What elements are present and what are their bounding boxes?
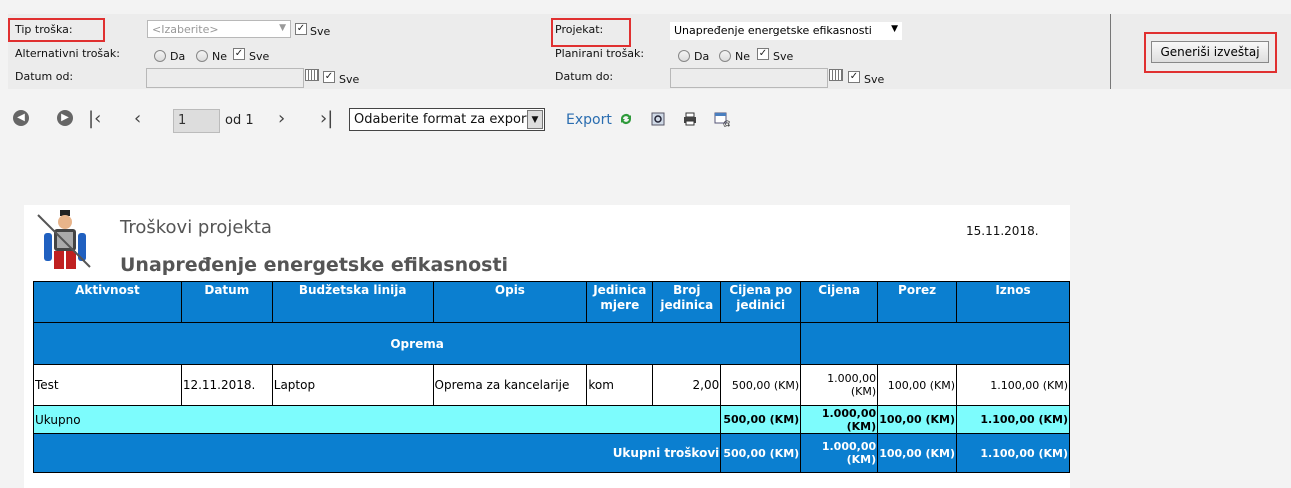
alternativni-ne-radio[interactable] bbox=[196, 50, 208, 62]
page-count-text: od 1 bbox=[225, 113, 254, 128]
projekat-label: Projekat: bbox=[555, 23, 604, 36]
chevron-down-icon: ▼ bbox=[527, 110, 543, 129]
column-header: Iznos bbox=[956, 281, 1070, 323]
column-header: Porez bbox=[877, 281, 958, 323]
total-label: Ukupni troškovi bbox=[32, 433, 722, 473]
total-cijena-po: 500,00 (KM) bbox=[720, 433, 802, 473]
datum-od-label: Datum od: bbox=[15, 70, 74, 83]
next-page-icon[interactable]: › bbox=[278, 109, 285, 129]
subtotal-row: Ukupno 500,00 (KM) 1.000,00 (KM) 100,00 … bbox=[32, 405, 1070, 434]
print-icon[interactable] bbox=[682, 111, 698, 127]
calendar-icon[interactable] bbox=[829, 69, 843, 81]
tip-troska-sve-checkbox[interactable]: ✓ bbox=[295, 23, 307, 35]
column-header: Cijena bbox=[800, 281, 879, 323]
report-date: 15.11.2018. bbox=[966, 224, 1039, 238]
cell-porez: 100,00 (KM) bbox=[877, 364, 958, 406]
tip-troska-select[interactable]: <Izaberite> ▼ bbox=[147, 20, 291, 38]
datum-do-sve-label: Sve bbox=[864, 73, 885, 86]
cell-datum: 12.11.2018. bbox=[180, 364, 273, 406]
table-header-row: Aktivnost Datum Budžetska linija Opis Je… bbox=[33, 281, 1070, 323]
planirani-label: Planirani trošak: bbox=[555, 47, 645, 60]
datum-do-label: Datum do: bbox=[555, 70, 614, 83]
tip-troska-sve-label: Sve bbox=[310, 25, 331, 38]
total-porez: 100,00 (KM) bbox=[877, 433, 958, 473]
cost-table: Aktivnost Datum Budžetska linija Opis Je… bbox=[32, 281, 1070, 473]
datum-do-input[interactable] bbox=[670, 68, 828, 88]
cell-cijena: 1.000,00 (KM) bbox=[800, 364, 879, 406]
subtotal-iznos: 1.100,00 (KM) bbox=[956, 405, 1070, 434]
cell-cijena-po: 500,00 (KM) bbox=[720, 364, 802, 406]
tip-troska-value: <Izaberite> bbox=[152, 23, 219, 36]
last-page-icon[interactable]: ›| bbox=[320, 109, 333, 129]
chevron-down-icon: ▼ bbox=[891, 24, 898, 34]
planirani-sve-checkbox[interactable]: ✓ bbox=[757, 48, 769, 60]
export-format-value: Odaberite format za export bbox=[354, 112, 532, 127]
cell-aktivnost: Test bbox=[33, 364, 182, 406]
cell-broj: 2,00 bbox=[652, 364, 722, 406]
report-title: Troškovi projekta bbox=[120, 217, 272, 238]
subtotal-label: Ukupno bbox=[32, 405, 722, 434]
chevron-down-icon: ▼ bbox=[279, 23, 286, 33]
group-filler bbox=[800, 322, 1070, 365]
report-subtitle: Unapređenje energetske efikasnosti bbox=[120, 254, 509, 276]
back-icon[interactable]: ◀ bbox=[13, 110, 29, 126]
table-row: Test 12.11.2018. Laptop Oprema za kancel… bbox=[33, 364, 1070, 406]
group-row: Oprema bbox=[32, 322, 1070, 365]
generate-report-button[interactable]: Generiši izveštaj bbox=[1151, 41, 1269, 63]
datum-od-sve-label: Sve bbox=[339, 73, 360, 86]
calendar-icon[interactable] bbox=[305, 69, 319, 81]
cell-jedinica: kom bbox=[586, 364, 654, 406]
total-iznos: 1.100,00 (KM) bbox=[956, 433, 1070, 473]
column-header: Broj jedinica bbox=[652, 281, 722, 323]
alternativni-label: Alternativni trošak: bbox=[15, 47, 120, 60]
datum-od-input[interactable] bbox=[146, 68, 304, 88]
planirani-ne-radio[interactable] bbox=[719, 50, 731, 62]
cell-linija: Laptop bbox=[271, 364, 434, 406]
datum-do-sve-checkbox[interactable]: ✓ bbox=[848, 71, 860, 83]
total-row: Ukupni troškovi 500,00 (KM) 1.000,00 (KM… bbox=[32, 433, 1070, 473]
report-page: Troškovi projekta Unapređenje energetske… bbox=[24, 205, 1070, 488]
email-icon[interactable]: @ bbox=[714, 111, 730, 127]
projekat-value: Unapređenje energetske efikasnosti bbox=[674, 24, 872, 37]
page-number-input[interactable]: 1 bbox=[173, 109, 220, 133]
column-header: Aktivnost bbox=[33, 281, 182, 323]
column-header: Opis bbox=[432, 281, 588, 323]
group-label: Oprema bbox=[32, 322, 802, 365]
subtotal-cijena: 1.000,00 (KM) bbox=[800, 405, 879, 434]
column-header: Cijena po jedinici bbox=[720, 281, 802, 323]
projekat-select[interactable]: Unapređenje energetske efikasnosti ▼ bbox=[670, 22, 902, 40]
cell-iznos: 1.100,00 (KM) bbox=[956, 364, 1070, 406]
alternativni-sve-checkbox[interactable]: ✓ bbox=[233, 48, 245, 60]
subtotal-cijena-po: 500,00 (KM) bbox=[720, 405, 802, 434]
planirani-da-radio[interactable] bbox=[678, 50, 690, 62]
find-icon[interactable] bbox=[650, 111, 666, 127]
refresh-icon[interactable] bbox=[618, 111, 634, 127]
panel-divider bbox=[1110, 14, 1111, 89]
first-page-icon[interactable]: |‹ bbox=[88, 109, 101, 129]
export-format-select[interactable]: Odaberite format za export ▼ bbox=[349, 108, 545, 131]
forward-icon[interactable]: ▶ bbox=[57, 110, 73, 126]
subtotal-porez: 100,00 (KM) bbox=[877, 405, 958, 434]
planirani-da-label: Da bbox=[694, 50, 710, 63]
column-header: Datum bbox=[180, 281, 273, 323]
alternativni-da-label: Da bbox=[170, 50, 186, 63]
tip-troska-label: Tip troška: bbox=[15, 23, 73, 36]
alternativni-ne-label: Ne bbox=[212, 50, 227, 63]
cell-opis: Oprema za kancelarije bbox=[432, 364, 588, 406]
total-cijena: 1.000,00 (KM) bbox=[800, 433, 879, 473]
planirani-ne-label: Ne bbox=[735, 50, 750, 63]
parameter-panel: Tip troška: <Izaberite> ▼ ✓ Sve Alternati… bbox=[8, 14, 1291, 89]
planirani-sve-label: Sve bbox=[773, 50, 794, 63]
alternativni-sve-label: Sve bbox=[249, 50, 270, 63]
datum-od-sve-checkbox[interactable]: ✓ bbox=[323, 71, 335, 83]
column-header: Jedinica mjere bbox=[586, 281, 654, 323]
prev-page-icon[interactable]: ‹ bbox=[134, 109, 141, 129]
export-link[interactable]: Export bbox=[566, 112, 612, 128]
column-header: Budžetska linija bbox=[271, 281, 434, 323]
samurai-logo bbox=[24, 205, 105, 275]
alternativni-da-radio[interactable] bbox=[154, 50, 166, 62]
svg-text:@: @ bbox=[723, 119, 730, 127]
